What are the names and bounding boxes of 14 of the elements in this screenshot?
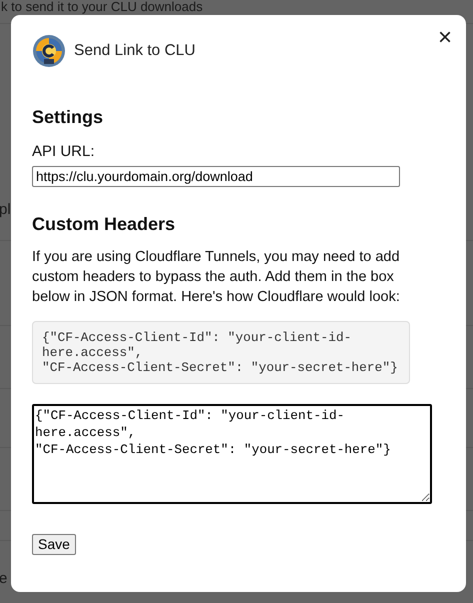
section-heading: Custom Headers xyxy=(32,214,176,236)
url-field[interactable]: https://clu.yourdomain.org/download xyxy=(32,166,400,188)
background-text: e xyxy=(0,570,8,588)
section-heading: Settings xyxy=(32,107,104,129)
description-text: If you are using Cloudflare Tunnels, you may need to add custom headers to bypass the auth. Add them in the box below in JSON format. Here's how Cloudflare would look: xyxy=(32,248,401,308)
background-text: k to send it to your CLU downloads xyxy=(1,0,203,14)
headers-field[interactable]: {"CF-Access-Client-Id": "your-client-id-here.access", "CF-Access-Client-Secret": "your-secret-here"} xyxy=(32,404,432,504)
field-label: API URL: xyxy=(32,142,96,162)
logo-icon xyxy=(32,34,66,68)
code-example: {"CF-Access-Client-Id": "your-client-id-here.access", "CF-Access-Client-Secret": "your-secret-here"} xyxy=(32,321,410,384)
dialog-title: Send Link to CLU xyxy=(74,41,196,62)
background-text: pl xyxy=(0,201,11,219)
save-button[interactable]: Save xyxy=(32,534,76,556)
close-button[interactable]: × xyxy=(434,24,455,52)
